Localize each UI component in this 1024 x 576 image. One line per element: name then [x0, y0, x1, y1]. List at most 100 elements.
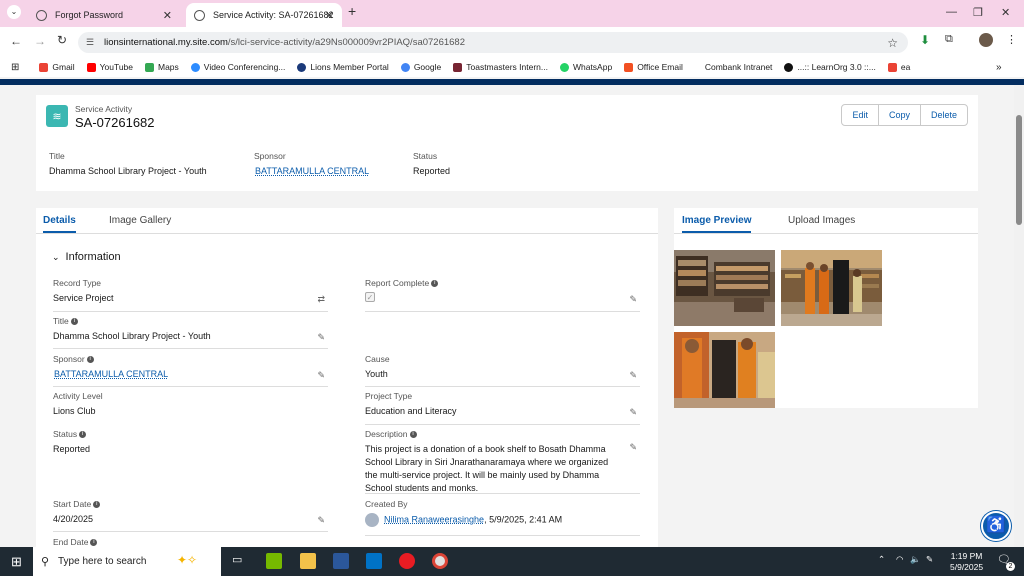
- extensions-icon[interactable]: ⧉: [945, 33, 953, 46]
- opera-icon[interactable]: [399, 553, 415, 569]
- chevron-down-icon: ⌄: [52, 252, 60, 262]
- edit-pencil-icon[interactable]: ✎: [629, 370, 637, 381]
- lions-icon: [297, 62, 307, 72]
- details-tabs: Details Image Gallery: [36, 208, 658, 234]
- gmail-icon: [887, 62, 897, 72]
- edit-pencil-icon[interactable]: ✎: [629, 407, 637, 418]
- restore-icon[interactable]: ❐: [973, 6, 983, 19]
- bookmark-combank-intranet[interactable]: Combank Intranet: [705, 62, 773, 72]
- edit-button[interactable]: Edit: [842, 105, 879, 125]
- info-icon[interactable]: i: [409, 430, 417, 438]
- section-information[interactable]: ⌄ Information: [52, 251, 121, 263]
- bookmark-toastmasters[interactable]: Toastmasters Intern...: [453, 62, 548, 72]
- tab-image-preview[interactable]: Image Preview: [682, 215, 752, 233]
- edit-pencil-icon[interactable]: ✎: [317, 332, 325, 343]
- bookmark-google[interactable]: Google: [400, 62, 441, 72]
- field-title: Title i Dhamma School Library Project - Y…: [53, 316, 328, 349]
- library-photo-3[interactable]: [674, 332, 775, 408]
- created-by-user-link[interactable]: Nilima Ranaweerasinghe: [384, 514, 484, 524]
- browser-tab-service-activity[interactable]: Service Activity: SA-07261682 ✕: [186, 3, 342, 27]
- record-name: SA-07261682: [75, 115, 155, 130]
- globe-icon: [194, 9, 205, 21]
- scrollbar-thumb[interactable]: [1016, 115, 1022, 225]
- field-created-by: Created By Nilima Ranaweerasinghe, 5/9/2…: [365, 499, 640, 536]
- bookmark-gmail[interactable]: Gmail: [39, 62, 75, 72]
- library-photo-1[interactable]: [674, 250, 775, 326]
- bookmark-video-conferencing[interactable]: Video Conferencing...: [190, 62, 285, 72]
- close-tab-icon[interactable]: ✕: [325, 9, 334, 22]
- info-icon[interactable]: i: [79, 430, 87, 438]
- accessibility-icon[interactable]: ♿: [981, 511, 1011, 541]
- windows-start-icon[interactable]: ⊞: [11, 554, 22, 570]
- object-type-label: Service Activity: [75, 104, 133, 114]
- bookmark-whatsapp[interactable]: WhatsApp: [559, 62, 612, 72]
- task-view-icon[interactable]: ▭: [232, 553, 248, 569]
- field-cause: Cause Youth ✎: [365, 354, 640, 387]
- word-icon[interactable]: [333, 553, 349, 569]
- youtube-icon: [86, 62, 96, 72]
- report-complete-checkbox[interactable]: ✓: [365, 292, 375, 302]
- info-icon[interactable]: i: [86, 355, 94, 363]
- wifi-icon[interactable]: ◠: [896, 554, 903, 565]
- browser-tab-forgot-password[interactable]: Forgot Password ✕: [28, 3, 180, 27]
- bookmark-office-email[interactable]: Office Email: [624, 62, 683, 72]
- bookmark-maps[interactable]: Maps: [145, 62, 179, 72]
- new-tab-icon[interactable]: +: [348, 3, 356, 19]
- page-scrollbar[interactable]: [1014, 85, 1024, 547]
- close-tab-icon[interactable]: ✕: [163, 9, 172, 22]
- bookmarks-bar: ⊞ Gmail YouTube Maps Video Conferencing.…: [0, 57, 1024, 77]
- delete-button[interactable]: Delete: [921, 105, 967, 125]
- address-bar[interactable]: ☰ lionsinternational.my.site.com/s/lci-s…: [78, 32, 908, 53]
- change-record-type-icon[interactable]: ⇄: [317, 294, 325, 305]
- bookmark-star-icon[interactable]: ☆: [887, 36, 898, 50]
- bookmark-lions-member-portal[interactable]: Lions Member Portal: [297, 62, 389, 72]
- service-activity-icon: ≋: [46, 105, 68, 127]
- info-icon[interactable]: i: [93, 500, 101, 508]
- edit-pencil-icon[interactable]: ✎: [317, 370, 325, 381]
- library-photo-2[interactable]: [781, 250, 882, 326]
- info-icon[interactable]: i: [70, 317, 78, 325]
- sponsor-link[interactable]: BATTARAMULLA CENTRAL: [255, 166, 369, 176]
- bookmark-youtube[interactable]: YouTube: [86, 62, 133, 72]
- field-report-complete: Report Complete i ✓ ✎: [365, 278, 640, 312]
- apps-grid-icon[interactable]: ⊞: [11, 62, 19, 73]
- info-icon[interactable]: i: [431, 279, 439, 287]
- image-card: Image Preview Upload Images: [674, 208, 978, 408]
- download-icon[interactable]: ⬇: [920, 33, 930, 47]
- more-bookmarks-icon[interactable]: »: [996, 62, 1002, 73]
- tab-upload-images[interactable]: Upload Images: [788, 215, 855, 226]
- bookmark-ea[interactable]: ea: [887, 62, 910, 72]
- copy-button[interactable]: Copy: [879, 105, 921, 125]
- taskbar-search[interactable]: ⚲ Type here to search ✦✧: [33, 547, 221, 576]
- forward-icon[interactable]: →: [34, 34, 46, 48]
- nvidia-icon[interactable]: [266, 553, 282, 569]
- bookmark-learnorg[interactable]: ...:: LearnOrg 3.0 ::...: [784, 62, 876, 72]
- menu-kebab-icon[interactable]: ⋮: [1006, 33, 1017, 46]
- zoom-icon: [190, 62, 200, 72]
- edit-pencil-icon[interactable]: ✎: [629, 294, 637, 305]
- tray-chevron-icon[interactable]: ⌃: [878, 554, 885, 565]
- clock[interactable]: 1:19 PM 5/9/2025: [950, 551, 983, 573]
- back-icon[interactable]: ←: [10, 34, 22, 48]
- edit-pencil-icon[interactable]: ✎: [317, 515, 325, 526]
- tab-image-gallery[interactable]: Image Gallery: [109, 215, 171, 226]
- chrome-icon[interactable]: [432, 553, 448, 569]
- profile-avatar[interactable]: [979, 33, 993, 47]
- notification-count-badge: 2: [1006, 562, 1015, 571]
- tab-details[interactable]: Details: [43, 215, 76, 233]
- close-window-icon[interactable]: ✕: [1001, 6, 1010, 19]
- file-explorer-icon[interactable]: [300, 553, 316, 569]
- search-icon: ⚲: [41, 556, 50, 568]
- outlook-icon[interactable]: [366, 553, 382, 569]
- site-info-icon[interactable]: ☰: [86, 37, 94, 48]
- sponsor-link[interactable]: BATTARAMULLA CENTRAL: [54, 369, 168, 379]
- minimize-icon[interactable]: —: [946, 6, 957, 18]
- edit-pencil-icon[interactable]: ✎: [629, 442, 637, 453]
- info-icon[interactable]: i: [90, 538, 98, 546]
- volume-icon[interactable]: 🔈: [910, 554, 921, 565]
- tab-search-chevron-icon[interactable]: ⌄: [7, 5, 21, 19]
- pen-icon[interactable]: ✎: [926, 554, 933, 565]
- url-host: lionsinternational.my.site.com: [104, 37, 228, 48]
- reload-icon[interactable]: ↻: [57, 33, 67, 47]
- windows-taskbar: ⊞ ⚲ Type here to search ✦✧ ▭ ⌃ ◠ 🔈 ✎ 1:1…: [0, 547, 1024, 576]
